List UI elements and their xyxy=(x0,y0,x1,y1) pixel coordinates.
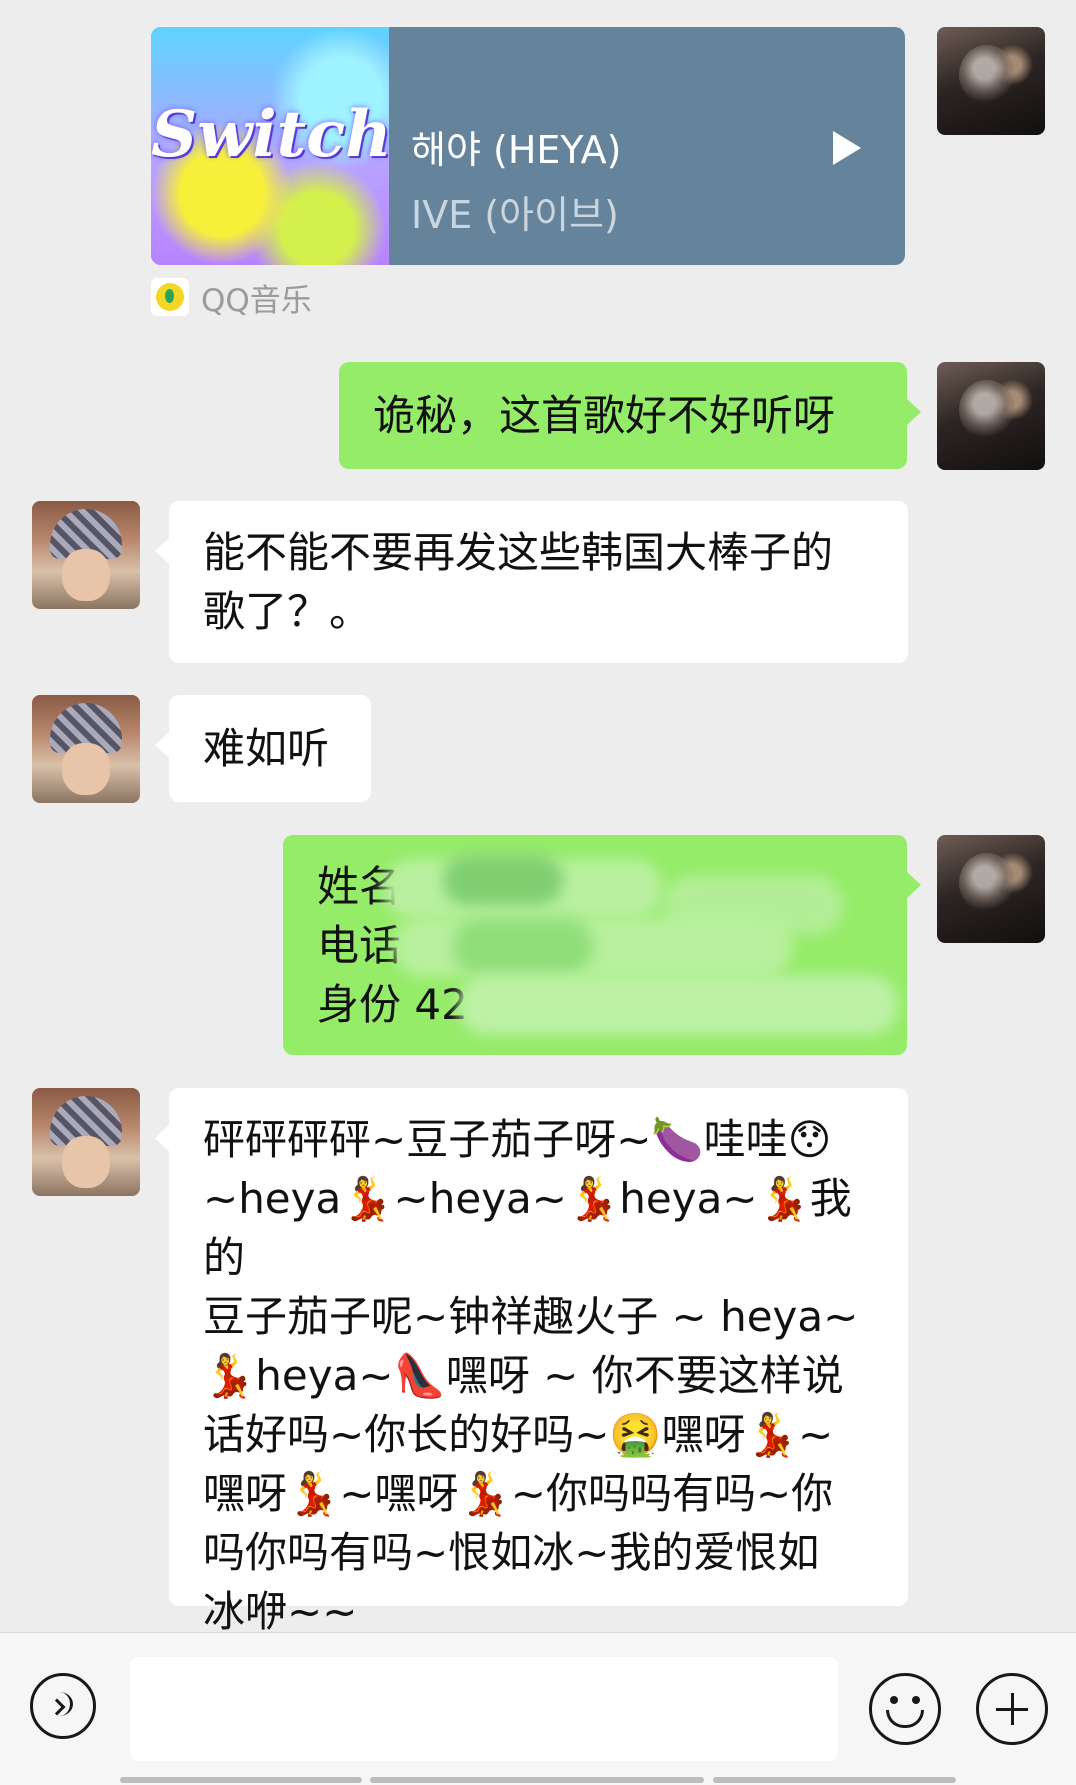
input-bar xyxy=(0,1632,1076,1785)
home-indicator xyxy=(370,1777,704,1783)
message-line: 能不能不要再发这些韩国大棒子的 xyxy=(203,528,834,577)
my-avatar[interactable] xyxy=(937,362,1045,470)
song-artist: IVE (아이브) xyxy=(411,193,619,237)
home-indicator xyxy=(713,1777,956,1783)
message-bubble[interactable]: 能不能不要再发这些韩国大棒子的 歌了？。 xyxy=(155,501,908,663)
redaction-blur xyxy=(283,835,907,1055)
contact-avatar[interactable] xyxy=(32,1088,140,1196)
album-cover-text: Switch xyxy=(151,97,392,172)
message-text: 诡秘，这首歌好不好听呀 xyxy=(373,391,836,440)
message-line: 💃heya~👠嘿呀 ~ 你不要这样说 xyxy=(203,1351,844,1400)
contact-avatar[interactable] xyxy=(32,501,140,609)
my-avatar[interactable] xyxy=(937,27,1045,135)
message-bubble[interactable]: 姓名 电话 身份 42 xyxy=(283,835,921,1055)
emoji-icon[interactable] xyxy=(869,1673,941,1745)
message-bubble[interactable]: 诡秘，这首歌好不好听呀 xyxy=(339,362,921,469)
home-indicator xyxy=(120,1777,362,1783)
message-line: 豆子茄子呢~钟祥趣火子 ~ heya~ xyxy=(203,1292,859,1341)
message-line: 嘿呀💃~嘿呀💃~你吗吗有吗~你 xyxy=(203,1469,834,1518)
message-input[interactable] xyxy=(130,1657,838,1761)
voice-icon[interactable] xyxy=(30,1673,96,1739)
message-line: ~heya💃~heya~💃heya~💃我的 xyxy=(203,1174,852,1282)
message-line: 吗你吗有吗~恨如冰~我的爱恨如 xyxy=(203,1528,820,1577)
music-source-label: QQ音乐 xyxy=(201,282,312,319)
my-avatar[interactable] xyxy=(937,835,1045,943)
message-text: 难如听 xyxy=(203,724,330,773)
message-bubble[interactable]: 砰砰砰砰~豆子茄子呀~🍆哇哇😯 ~heya💃~heya~💃heya~💃我的 豆子… xyxy=(155,1088,908,1636)
music-source: QQ音乐 xyxy=(151,278,312,319)
qq-music-icon xyxy=(151,278,189,316)
message-line: 话好吗~你长的好吗~🤮嘿呀💃~ xyxy=(203,1410,834,1459)
message-line: 歌了？。 xyxy=(203,587,372,636)
message-bubble[interactable]: 难如听 xyxy=(155,695,371,802)
message-line: 砰砰砰砰~豆子茄子呀~🍆哇哇😯 xyxy=(203,1115,832,1164)
play-icon[interactable] xyxy=(833,131,861,165)
music-card[interactable]: Switch 해야 (HEYA) IVE (아이브) xyxy=(151,27,905,265)
album-cover: Switch xyxy=(151,27,392,265)
song-title: 해야 (HEYA) xyxy=(411,128,622,172)
contact-avatar[interactable] xyxy=(32,695,140,803)
plus-icon[interactable] xyxy=(976,1673,1048,1745)
